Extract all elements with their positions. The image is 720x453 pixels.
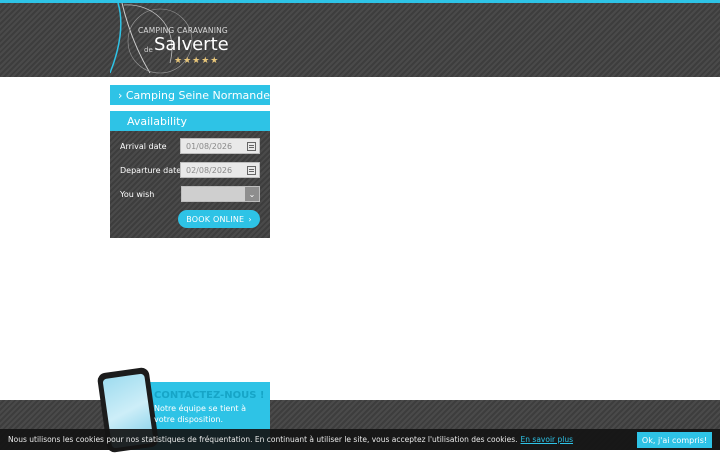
cookie-message: Nous utilisons les cookies pour nos stat… xyxy=(8,435,518,444)
availability-form: Arrival date 01/08/2026 Departure date 0… xyxy=(110,131,270,238)
logo-de: de xyxy=(144,46,153,54)
cookie-more-link[interactable]: En savoir plus xyxy=(521,435,573,444)
chevron-down-icon[interactable]: ⌄ xyxy=(245,187,259,201)
logo-stars: ★★★★★ xyxy=(174,56,220,66)
book-online-button[interactable]: BOOK ONLINE › xyxy=(178,210,260,228)
departure-date-label: Departure date xyxy=(120,166,182,175)
contact-title: CONTACTEZ-NOUS ! xyxy=(154,390,265,401)
departure-date-field[interactable]: 02/08/2026 xyxy=(180,162,260,178)
you-wish-select[interactable]: ⌄ xyxy=(181,186,260,202)
departure-date-value: 02/08/2026 xyxy=(186,165,233,175)
camping-seine-normande-link[interactable]: › Camping Seine Normande xyxy=(110,85,270,105)
site-logo[interactable]: CAMPING CARAVANING de Salverte ★★★★★ xyxy=(110,3,230,75)
calendar-icon[interactable] xyxy=(247,142,256,151)
site-header: CAMPING CARAVANING de Salverte ★★★★★ xyxy=(0,3,720,77)
arrival-date-label: Arrival date xyxy=(120,142,167,151)
cookie-banner: Nous utilisons les cookies pour nos stat… xyxy=(0,429,720,450)
calendar-icon[interactable] xyxy=(247,166,256,175)
logo-name: Salverte xyxy=(154,34,229,55)
arrow-right-icon: › xyxy=(248,214,252,224)
you-wish-label: You wish xyxy=(120,190,155,199)
arrival-date-value: 01/08/2026 xyxy=(186,141,233,151)
cookie-accept-button[interactable]: Ok, j'ai compris! xyxy=(637,432,712,448)
camping-link-label: Camping Seine Normande xyxy=(125,88,270,102)
book-online-label: BOOK ONLINE xyxy=(186,214,245,224)
arrival-date-field[interactable]: 01/08/2026 xyxy=(180,138,260,154)
contact-text: Notre équipe se tient à votre dispositio… xyxy=(154,404,246,424)
chevron-right-icon: › xyxy=(118,88,123,102)
availability-title: Availability xyxy=(110,111,270,131)
